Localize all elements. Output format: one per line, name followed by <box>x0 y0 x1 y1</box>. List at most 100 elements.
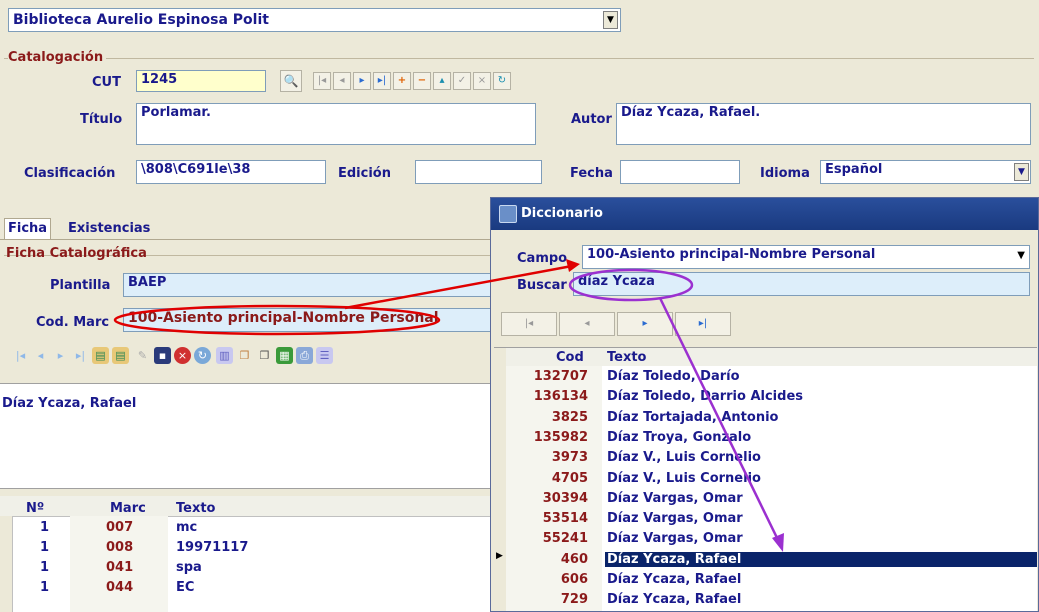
autor-input[interactable]: Díaz Ycaza, Rafael. <box>616 103 1031 145</box>
post-record-icon[interactable]: ✓ <box>453 72 471 90</box>
list-item[interactable]: 30394 Díaz Vargas, Omar <box>506 491 1037 511</box>
list-item[interactable]: 135982 Díaz Troya, Gonzalo <box>506 430 1037 450</box>
idioma-select[interactable]: Español ▼ <box>820 160 1031 184</box>
dict-row-cod: 460 <box>560 551 588 567</box>
append-icon[interactable]: ▤ <box>112 347 129 364</box>
list-item[interactable]: 53514 Díaz Vargas, Omar <box>506 511 1037 531</box>
marc-text: Díaz Ycaza, Rafael <box>2 396 137 411</box>
cancel-icon[interactable]: × <box>174 347 191 364</box>
table-row[interactable]: 1 008 19971117 <box>0 540 490 560</box>
marc-toolbar: |◂ ◂ ▸ ▸| ▤ ▤ ✎ ▪ × ↻ ▥ ❐ ❐ ▦ ⎙ ☰ <box>10 344 430 368</box>
list-item[interactable]: 606 Díaz Ycaza, Rafael <box>506 572 1037 592</box>
col-header-texto[interactable]: Texto <box>176 501 216 516</box>
cancel-record-icon[interactable]: × <box>473 72 491 90</box>
last-icon[interactable]: ▸| <box>72 347 89 364</box>
list-item[interactable]: 3825 Díaz Tortajada, Antonio <box>506 410 1037 430</box>
chevron-down-icon[interactable]: ▼ <box>603 11 618 29</box>
tab-existencias[interactable]: Existencias <box>68 221 150 236</box>
add-record-icon[interactable]: + <box>393 72 411 90</box>
next-icon[interactable]: ▸ <box>52 347 69 364</box>
row-marc: 044 <box>106 580 134 595</box>
dict-row-cod: 606 <box>560 572 588 587</box>
list-item[interactable]: 3973 Díaz V., Luis Cornelio <box>506 450 1037 470</box>
dict-row-cod: 4705 <box>551 470 588 486</box>
col-header-texto[interactable]: Texto <box>607 350 647 365</box>
titulo-input[interactable]: Porlamar. <box>136 103 536 145</box>
list-item[interactable]: 460 Díaz Ycaza, Rafael <box>506 551 1037 572</box>
dict-row-cod: 132707 <box>533 369 588 384</box>
fecha-input[interactable] <box>620 160 740 184</box>
dict-row-cod: 53514 <box>542 511 588 527</box>
table-row[interactable]: 1 041 spa <box>0 560 490 580</box>
marc-text-area[interactable]: Díaz Ycaza, Rafael <box>0 383 490 489</box>
refresh-icon[interactable]: ↻ <box>493 72 511 90</box>
cut-input[interactable]: 1245 <box>136 70 266 92</box>
dict-row-cod: 3825 <box>551 409 588 425</box>
codmarc-input[interactable]: 100-Asiento principal-Nombre Personal <box>123 308 493 332</box>
search-icon[interactable]: 🔍 <box>280 70 302 92</box>
list-item[interactable]: 729 Díaz Ycaza, Rafael <box>506 592 1037 611</box>
row-n: 1 <box>40 580 50 595</box>
catalog-group-title: Catalogación <box>8 50 107 65</box>
diccionario-titlebar[interactable]: Diccionario <box>491 198 1038 230</box>
dict-row-texto: Díaz Ycaza, Rafael <box>607 572 742 587</box>
row-texto: spa <box>176 560 202 575</box>
last-record-icon[interactable]: ▸| <box>373 72 391 90</box>
insert-icon[interactable]: ▤ <box>92 347 109 364</box>
next-icon[interactable]: ▸ <box>617 312 673 336</box>
row-marc: 041 <box>106 560 134 575</box>
edit-icon[interactable]: ✎ <box>134 347 151 364</box>
col-header-cod[interactable]: Cod <box>556 350 584 365</box>
clasif-input[interactable]: \808\C691le\38 <box>136 160 326 184</box>
col-header-n[interactable]: Nº <box>26 501 44 516</box>
table-row[interactable]: 1 044 EC <box>0 580 490 600</box>
record-toolbar: |◂ ◂ ▸ ▸| + − ▴ ✓ × ↻ <box>313 70 581 92</box>
marc-grid-header: Nº Marc Texto <box>0 496 490 517</box>
dict-row-texto: Díaz Vargas, Omar <box>607 490 743 506</box>
campo-label: Campo <box>517 251 568 266</box>
chevron-down-icon[interactable]: ▼ <box>1014 163 1029 181</box>
list-item[interactable]: 4705 Díaz V., Luis Cornelio <box>506 471 1037 491</box>
print-icon[interactable]: ⎙ <box>296 347 313 364</box>
table-row[interactable]: 1 007 mc <box>0 520 490 540</box>
library-name: Biblioteca Aurelio Espinosa Polit <box>13 12 269 28</box>
first-icon[interactable]: |◂ <box>12 347 29 364</box>
clasif-label: Clasificación <box>24 166 116 181</box>
codmarc-value: 100-Asiento principal-Nombre Personal <box>128 310 439 326</box>
paste-icon[interactable]: ❐ <box>256 347 273 364</box>
campo-select[interactable]: 100-Asiento principal-Nombre Personal ▼ <box>582 245 1030 269</box>
chevron-down-icon[interactable]: ▼ <box>1017 250 1025 261</box>
save-icon[interactable]: ▪ <box>154 347 171 364</box>
export-icon[interactable]: ▦ <box>276 347 293 364</box>
dict-row-texto: Díaz Vargas, Omar <box>607 531 743 547</box>
list-item[interactable]: 132707 Díaz Toledo, Darío <box>506 369 1037 389</box>
last-icon[interactable]: ▸| <box>675 312 731 336</box>
plantilla-label: Plantilla <box>50 278 111 293</box>
prev-icon[interactable]: ◂ <box>559 312 615 336</box>
dict-rows: 132707 Díaz Toledo, Darío 136134 Díaz Toled… <box>506 369 1037 611</box>
first-record-icon[interactable]: |◂ <box>313 72 331 90</box>
list-item[interactable]: 136134 Díaz Toledo, Darrio Alcides <box>506 389 1037 409</box>
autor-label: Autor <box>571 112 612 127</box>
columns-icon[interactable]: ▥ <box>216 347 233 364</box>
delete-record-icon[interactable]: − <box>413 72 431 90</box>
col-header-marc[interactable]: Marc <box>110 501 146 516</box>
refresh-icon[interactable]: ↻ <box>194 347 211 364</box>
prev-record-icon[interactable]: ◂ <box>333 72 351 90</box>
titulo-label: Título <box>80 112 123 127</box>
tab-ficha[interactable]: Ficha <box>4 218 52 239</box>
plantilla-input[interactable]: BAEP <box>123 273 493 297</box>
prev-icon[interactable]: ◂ <box>32 347 49 364</box>
next-record-icon[interactable]: ▸ <box>353 72 371 90</box>
edit-record-icon[interactable]: ▴ <box>433 72 451 90</box>
first-icon[interactable]: |◂ <box>501 312 557 336</box>
buscar-input[interactable]: díaz Ycaza <box>573 272 1030 296</box>
list-icon[interactable]: ☰ <box>316 347 333 364</box>
dict-row-texto: Díaz Toledo, Darrio Alcides <box>607 389 803 405</box>
copy-icon[interactable]: ❐ <box>236 347 253 364</box>
campo-value: 100-Asiento principal-Nombre Personal <box>587 247 876 262</box>
library-select[interactable]: Biblioteca Aurelio Espinosa Polit ▼ <box>8 8 621 32</box>
list-item[interactable]: 55241 Díaz Vargas, Omar <box>506 531 1037 551</box>
cut-label: CUT <box>92 75 121 90</box>
edicion-input[interactable] <box>415 160 542 184</box>
